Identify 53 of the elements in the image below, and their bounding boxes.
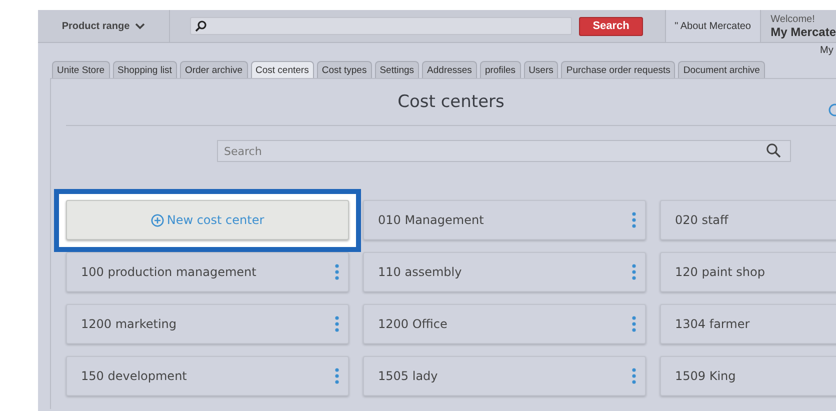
cost-center-card[interactable]: 1200 Office [363, 304, 646, 344]
tab[interactable]: Settings [374, 61, 420, 78]
cost-center-name: 010 Management [378, 213, 484, 227]
tab[interactable]: Purchase order requests [561, 61, 676, 78]
tab[interactable]: Addresses [422, 61, 477, 78]
more-options-icon[interactable] [632, 212, 636, 228]
cost-center-name: 150 development [81, 369, 187, 383]
welcome-text: Welcome! [770, 14, 816, 24]
search-icon [194, 20, 207, 32]
product-range-menu[interactable]: Product range [38, 10, 170, 42]
cost-center-name: 1200 Office [378, 317, 448, 331]
tab[interactable]: Document archive [678, 61, 765, 78]
cost-center-card[interactable]: 010 Management [363, 200, 646, 240]
cost-center-card[interactable]: 1509 King [660, 356, 836, 396]
plus-circle-icon [150, 214, 164, 226]
cost-center-card[interactable]: 1200 marketing [66, 304, 349, 344]
account-link[interactable]: My Mercate [770, 24, 836, 38]
tab[interactable]: Cost types [316, 61, 372, 78]
cost-center-name: 020 staff [675, 213, 728, 227]
search-field[interactable]: Search [217, 140, 791, 162]
cost-center-name: 1304 farmer [675, 317, 750, 331]
page-title: Cost centers [398, 92, 504, 112]
cost-center-card[interactable]: 150 development [66, 356, 349, 396]
cost-center-card[interactable]: 110 assembly [363, 252, 646, 292]
cost-center-name: 1509 King [675, 369, 736, 383]
cost-center-name: 110 assembly [378, 265, 462, 279]
more-options-icon[interactable] [335, 368, 339, 384]
cost-center-name: 100 production management [81, 265, 256, 279]
my-link[interactable]: My [820, 45, 836, 61]
more-options-icon[interactable] [632, 316, 636, 332]
cost-center-name: 1505 lady [378, 369, 438, 383]
cost-center-card[interactable]: 120 paint shop [660, 252, 836, 292]
search-field[interactable] [190, 17, 572, 35]
about-link[interactable]: " About Mercateo [664, 10, 761, 42]
tab[interactable]: Cost centers [250, 61, 314, 78]
tab[interactable]: Shopping list [112, 61, 177, 78]
tab[interactable]: profiles [480, 61, 521, 78]
search-icon [766, 143, 781, 158]
more-options-icon[interactable] [335, 264, 339, 280]
more-options-icon[interactable] [335, 316, 339, 332]
cost-center-name: 1200 marketing [81, 317, 176, 331]
tab[interactable]: Order archive [180, 61, 248, 78]
search-button[interactable]: Search [579, 16, 643, 36]
cost-center-card[interactable]: 1505 lady [363, 356, 646, 396]
cost-center-card[interactable]: 020 staff [660, 200, 836, 240]
more-options-icon[interactable] [632, 264, 636, 280]
cost-center-card[interactable]: 100 production management [66, 252, 349, 292]
cost-center-card[interactable]: 1304 farmer [660, 304, 836, 344]
chevron-down-icon [134, 22, 145, 30]
tab[interactable]: Users [524, 61, 558, 78]
cost-center-name: 120 paint shop [675, 265, 765, 279]
tab[interactable]: Unite Store [52, 61, 110, 78]
more-options-icon[interactable] [632, 368, 636, 384]
